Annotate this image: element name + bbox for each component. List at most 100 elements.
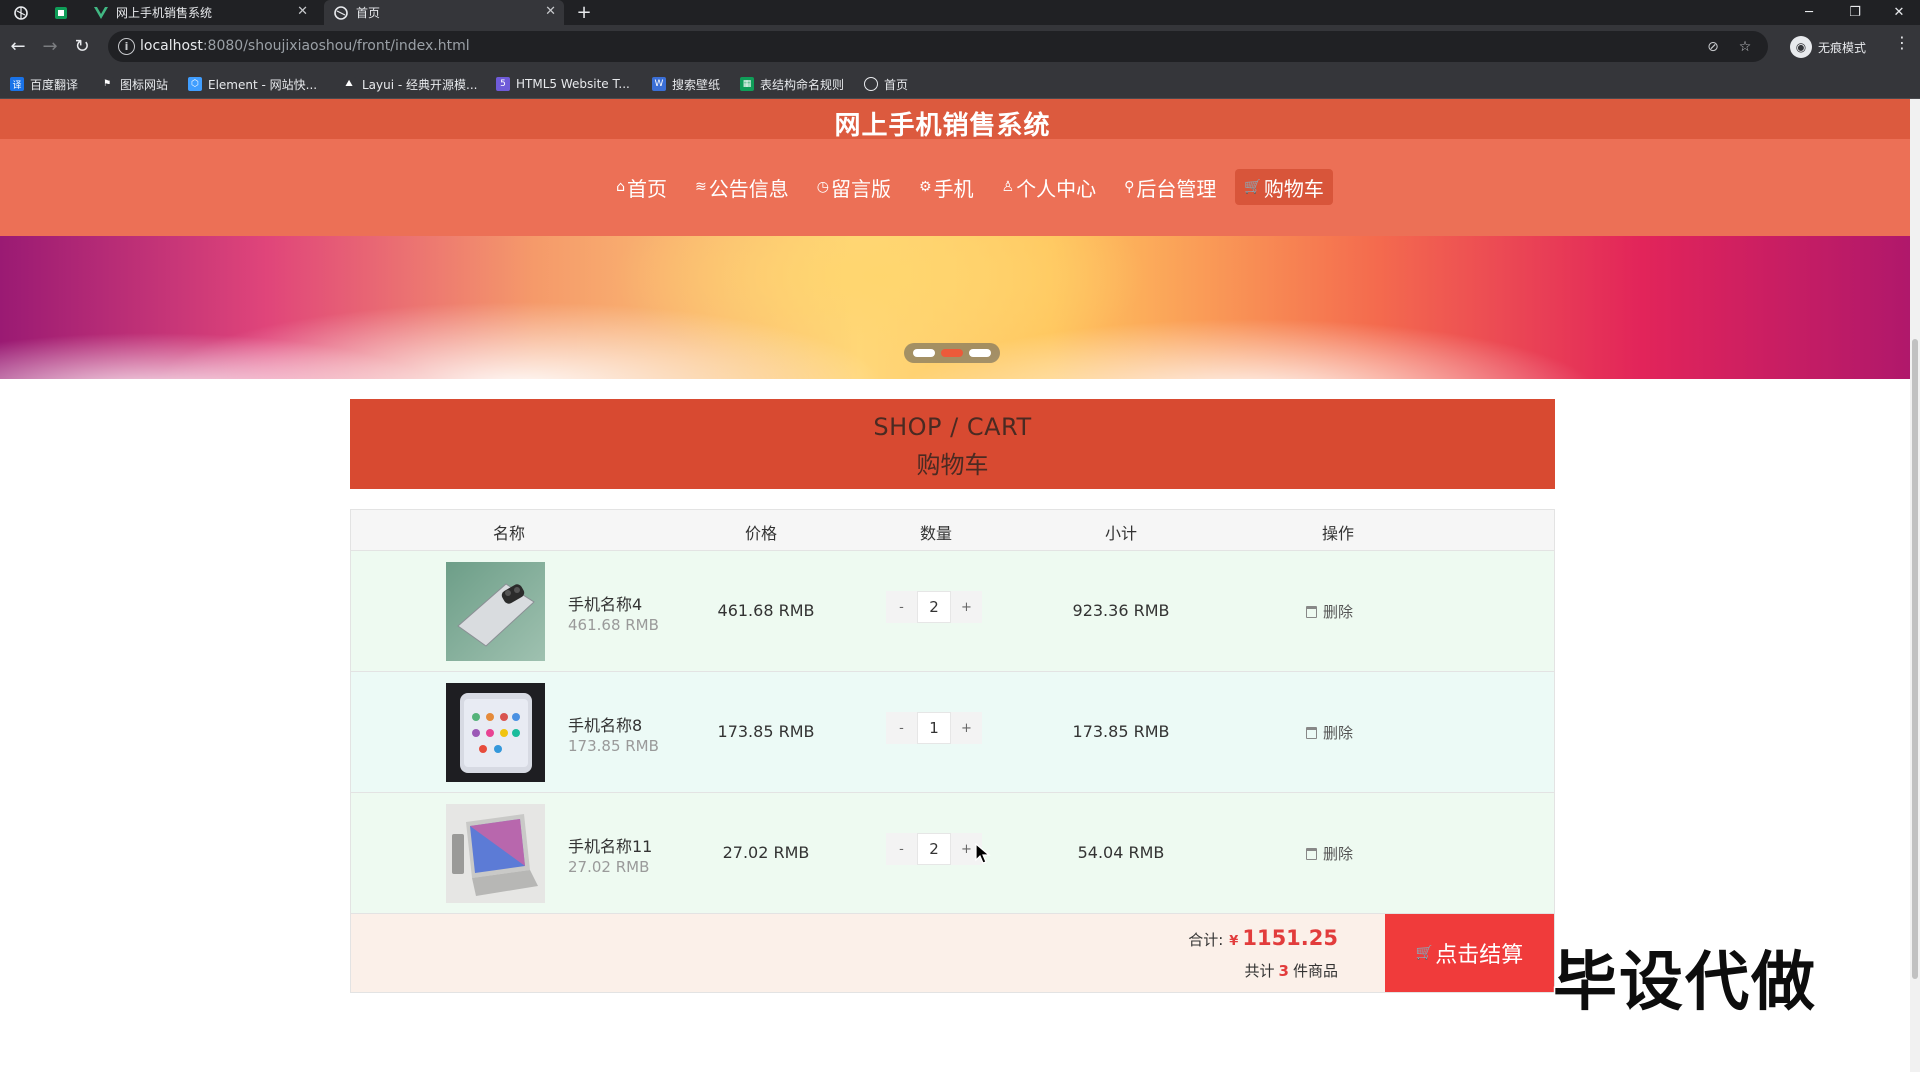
bookmark-item[interactable]: ▦ 表结构命名规则 bbox=[740, 75, 844, 93]
product-image[interactable] bbox=[446, 562, 545, 661]
tab-site[interactable]: 网上手机销售系统 ✕ bbox=[84, 0, 316, 25]
new-tab-button[interactable]: + bbox=[570, 0, 598, 25]
cart-total: 合计: ¥ 1151.25 bbox=[1188, 926, 1338, 950]
back-button[interactable]: ← bbox=[2, 25, 34, 68]
nav-item-profile[interactable]: ♙ 个人中心 bbox=[993, 169, 1106, 205]
close-icon[interactable]: ✕ bbox=[297, 4, 308, 19]
tab-title: 网上手机销售系统 bbox=[116, 6, 213, 20]
forward-button[interactable]: → bbox=[34, 25, 66, 68]
eye-off-icon[interactable]: ⊘ bbox=[1698, 31, 1728, 62]
watermark-text: 毕设代做 bbox=[1552, 945, 1817, 1022]
table-header: 名称 价格 数量 小计 操作 bbox=[351, 510, 1554, 551]
profile-label: 无痕模式 bbox=[1818, 40, 1867, 55]
info-icon[interactable]: i bbox=[118, 38, 135, 55]
tab-home[interactable]: 首页 ✕ bbox=[324, 0, 564, 25]
trash-icon bbox=[1306, 726, 1317, 739]
checkout-label: 点击结算 bbox=[1435, 943, 1524, 968]
total-label: 合计: bbox=[1188, 931, 1224, 949]
html5-icon: 5 bbox=[496, 77, 510, 91]
cart-heading-zh: 购物车 bbox=[916, 451, 989, 479]
subtotal-cell: 54.04 RMB bbox=[1077, 843, 1165, 862]
delete-button[interactable]: 删除 bbox=[1306, 601, 1353, 622]
carousel-dot[interactable] bbox=[969, 349, 991, 357]
product-unit-price: 461.68 RMB bbox=[568, 616, 659, 634]
increase-button[interactable]: + bbox=[951, 712, 982, 744]
carousel-dot-active[interactable] bbox=[941, 349, 963, 357]
star-icon[interactable]: ☆ bbox=[1730, 31, 1760, 62]
decrease-button[interactable]: - bbox=[886, 591, 917, 623]
carousel-indicators bbox=[904, 343, 1000, 363]
scrollbar-thumb[interactable] bbox=[1912, 339, 1918, 979]
product-name[interactable]: 手机名称8 bbox=[568, 712, 642, 736]
gear-icon: ⚙ bbox=[919, 179, 932, 195]
delete-button[interactable]: 删除 bbox=[1306, 843, 1353, 864]
total-amount: 1151.25 bbox=[1242, 926, 1338, 950]
list-icon: ≋ bbox=[695, 179, 707, 195]
product-name[interactable]: 手机名称4 bbox=[568, 591, 642, 615]
nav-item-home[interactable]: ⌂ 首页 bbox=[607, 169, 676, 205]
delete-button[interactable]: 删除 bbox=[1306, 722, 1353, 743]
decrease-button[interactable]: - bbox=[886, 712, 917, 744]
sheet-icon: ▦ bbox=[740, 77, 754, 91]
bookmark-item[interactable]: 译百度翻译 bbox=[10, 75, 78, 93]
price-cell: 27.02 RMB bbox=[722, 843, 810, 862]
browser-app-icon bbox=[4, 0, 38, 25]
close-window-button[interactable]: ✕ bbox=[1876, 0, 1920, 25]
nav-item-admin[interactable]: ⚲ 后台管理 bbox=[1115, 169, 1225, 205]
increase-button[interactable]: + bbox=[951, 591, 982, 623]
element-icon: ⬡ bbox=[188, 77, 202, 91]
reload-button[interactable]: ↻ bbox=[66, 25, 98, 68]
restore-button[interactable]: ❐ bbox=[1832, 0, 1878, 25]
bookmark-item[interactable]: ⛰ Layui - 经典开源模... bbox=[342, 75, 477, 93]
column-header-qty: 数量 bbox=[919, 524, 953, 543]
table-row: 手机名称4 461.68 RMB 461.68 RMB - 2 + 923.36… bbox=[351, 551, 1554, 672]
site-header: 网上手机销售系统 ⌂ 首页 ≋ 公告信息 ◷ 留言版 ⚙ 手机 ♙ 个人中心 ⚲ 后台管理 … bbox=[0, 99, 1910, 236]
quantity-stepper: - 2 + bbox=[886, 591, 982, 623]
url-text[interactable]: localhost:8080/shoujixiaoshou/front/inde… bbox=[140, 38, 470, 54]
nav-item-message[interactable]: ◷ 留言版 bbox=[808, 169, 900, 205]
minimize-button[interactable]: ─ bbox=[1786, 0, 1832, 25]
quantity-stepper: - 1 + bbox=[886, 712, 982, 744]
site-title: 网上手机销售系统 bbox=[834, 111, 1051, 141]
trash-icon bbox=[1306, 847, 1317, 860]
product-image[interactable] bbox=[446, 804, 545, 903]
incognito-icon: ◉ bbox=[1790, 36, 1812, 58]
product-unit-price: 173.85 RMB bbox=[568, 737, 659, 755]
quantity-input[interactable]: 2 bbox=[917, 833, 951, 865]
nav-item-cart[interactable]: 🛒 购物车 bbox=[1235, 169, 1333, 205]
globe-icon bbox=[334, 5, 348, 20]
bookmark-item[interactable]: ⬡ Element - 网站快... bbox=[188, 75, 317, 93]
cart-heading: SHOP / CART 购物车 bbox=[350, 399, 1555, 489]
browser-tabbar: 网上手机销售系统 ✕ 首页 ✕ + ─ ❐ ✕ bbox=[0, 0, 1920, 25]
menu-icon[interactable]: ⋮ bbox=[1894, 33, 1910, 52]
nav-item-phone[interactable]: ⚙ 手机 bbox=[910, 169, 983, 205]
page-viewport: 网上手机销售系统 ⌂ 首页 ≋ 公告信息 ◷ 留言版 ⚙ 手机 ♙ 个人中心 ⚲ 后台管理 … bbox=[0, 99, 1920, 1072]
translate-icon: 译 bbox=[10, 77, 24, 91]
decrease-button[interactable]: - bbox=[886, 833, 917, 865]
bookmark-item[interactable]: W 搜索壁纸 bbox=[652, 75, 720, 93]
item-count: 共计 3 件商品 bbox=[1244, 962, 1338, 980]
incognito-profile[interactable]: ◉ 无痕模式 bbox=[1790, 33, 1866, 61]
clock-icon: ◷ bbox=[816, 179, 829, 195]
bookmark-item[interactable]: ⚑ 图标网站 bbox=[100, 75, 168, 93]
browser-toolbar: ← → ↻ i localhost:8080/shoujixiaoshou/fr… bbox=[0, 25, 1920, 68]
checkout-button[interactable]: 🛒 点击结算 bbox=[1385, 914, 1554, 992]
link-icon: ⚲ bbox=[1124, 179, 1135, 195]
bookmarks-bar: 译百度翻译 ⚑ 图标网站 ⬡ Element - 网站快... ⛰ Layui - 经… bbox=[0, 68, 1920, 99]
nav-item-notice[interactable]: ≋ 公告信息 bbox=[686, 169, 798, 205]
bookmark-item[interactable]: 首页 bbox=[864, 75, 908, 93]
bookmark-item[interactable]: 5 HTML5 Website T... bbox=[496, 75, 630, 93]
product-name[interactable]: 手机名称11 bbox=[568, 833, 652, 857]
pinned-tab-sheet-icon[interactable] bbox=[44, 0, 78, 25]
flag-icon: ⚑ bbox=[100, 77, 114, 91]
quantity-input[interactable]: 2 bbox=[917, 591, 951, 623]
wallpaper-icon: W bbox=[652, 77, 666, 91]
page-scrollbar[interactable] bbox=[1910, 99, 1920, 1072]
table-row: 手机名称8 173.85 RMB 173.85 RMB - 1 + 173.85… bbox=[351, 672, 1554, 793]
subtotal-cell: 173.85 RMB bbox=[1072, 722, 1170, 741]
address-bar[interactable]: i localhost:8080/shoujixiaoshou/front/in… bbox=[108, 31, 1768, 62]
quantity-input[interactable]: 1 bbox=[917, 712, 951, 744]
close-icon[interactable]: ✕ bbox=[545, 4, 556, 19]
carousel-dot[interactable] bbox=[913, 349, 935, 357]
product-image[interactable] bbox=[446, 683, 545, 782]
